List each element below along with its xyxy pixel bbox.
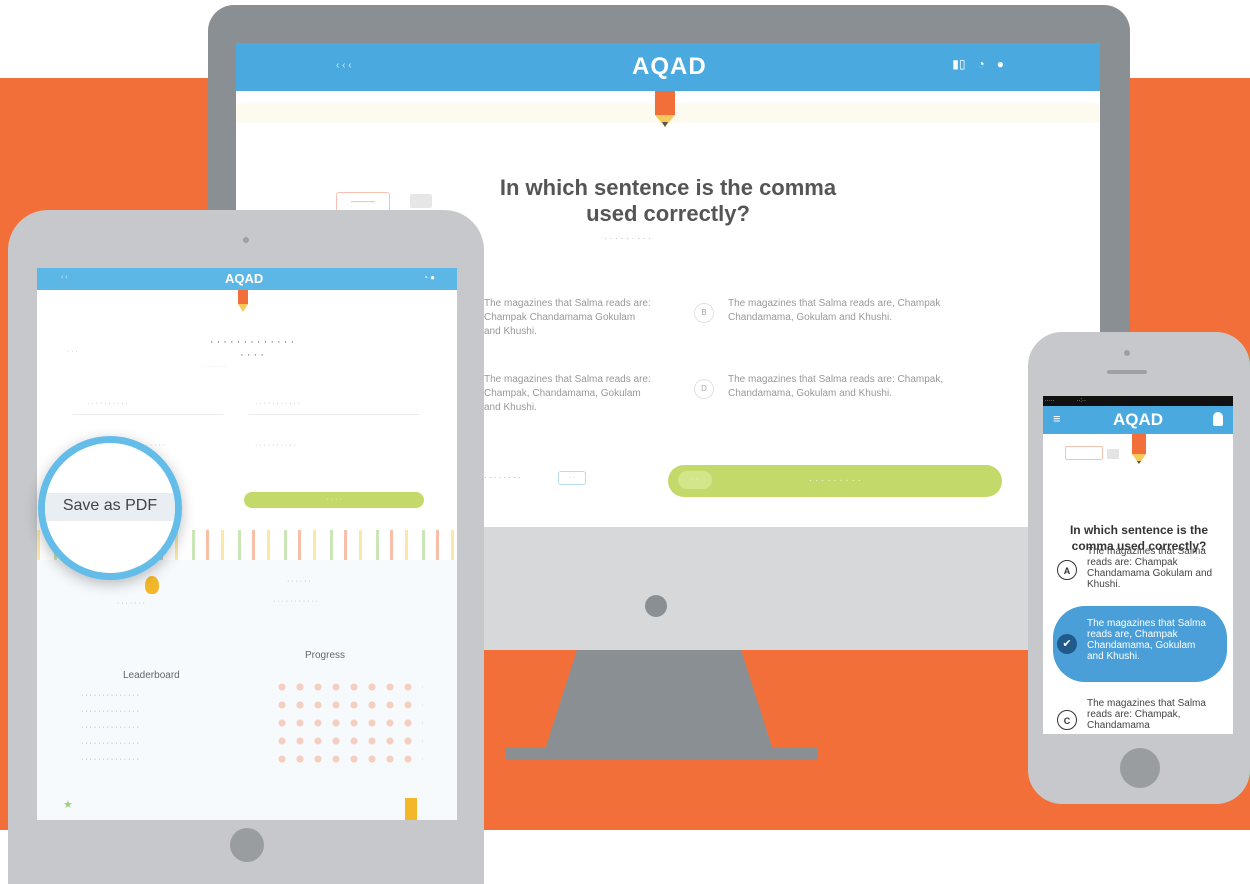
- option-c[interactable]: The magazines that Salma reads are: Cham…: [484, 373, 654, 415]
- wifi-icon: ◔: [977, 57, 985, 71]
- option-a[interactable]: The magazines that Salma reads are: Cham…: [484, 297, 654, 339]
- monitor-power-button: [645, 595, 667, 617]
- trophy-icon: ★: [63, 799, 73, 811]
- tablet-header-icons[interactable]: ◔ ●: [423, 273, 435, 282]
- submit-label: · · · · · · · · ·: [808, 475, 862, 486]
- tablet-camera: [243, 237, 249, 243]
- save-pdf-magnifier[interactable]: Save as PDF: [38, 436, 182, 580]
- tablet-submit-button[interactable]: · · · ·: [244, 492, 424, 508]
- phone-option-b[interactable]: The magazines that Salma reads are, Cham…: [1087, 618, 1213, 662]
- leaderboard-row: · · · · · · · · · · · · · ·: [81, 692, 139, 699]
- tablet-tag: · · ·: [67, 348, 78, 355]
- tablet-logo: AQAD: [225, 271, 264, 286]
- monitor-stand: [545, 650, 773, 750]
- tablet-header: ‹ ‹ AQAD ◔ ●: [37, 268, 457, 290]
- option-b[interactable]: The magazines that Salma reads are, Cham…: [728, 297, 998, 325]
- phone-tag-icon: [1107, 449, 1119, 459]
- option-b-letter: B: [694, 303, 714, 323]
- footer-pencil-icon: [405, 798, 417, 820]
- tablet-home-button: [230, 828, 264, 862]
- question-meta: · · · · · · · · ·: [604, 233, 651, 243]
- leaderboard-heading: Leaderboard: [123, 670, 180, 681]
- user-icon[interactable]: ●: [997, 57, 1004, 71]
- tablet-question-meta: · · · · · ·: [205, 364, 226, 370]
- pencil-icon: [655, 91, 675, 127]
- app-logo: AQAD: [632, 53, 707, 80]
- leaderboard-row: · · · · · · · · · · · · · ·: [81, 740, 139, 747]
- phone-pencil-icon: [1132, 434, 1146, 464]
- score-icon[interactable]: ▮▯: [952, 57, 965, 71]
- question-title: In which sentence is the comma used corr…: [499, 175, 837, 226]
- summary-heading: · · · · · ·: [287, 578, 311, 585]
- phone-header: ≡ AQAD: [1043, 406, 1233, 434]
- tablet-back-link[interactable]: ‹ ‹: [61, 274, 68, 281]
- option-d-letter: D: [694, 379, 714, 399]
- phone-speaker: [1107, 370, 1147, 374]
- phone-camera: [1124, 350, 1130, 356]
- summary-text: · · · · · · · · · · ·: [273, 598, 319, 605]
- tablet-option-b-line: [249, 414, 419, 415]
- monitor-stand-base: [505, 748, 817, 760]
- phone-home-button: [1120, 748, 1160, 788]
- status-bar: ····· ··:··: [1043, 396, 1233, 406]
- option-c-letter[interactable]: C: [1057, 710, 1077, 730]
- back-link[interactable]: ‹ ‹ ‹: [336, 60, 352, 71]
- skip-link[interactable]: · · · · · · · ·: [484, 473, 521, 482]
- difficulty-tag: ———: [336, 192, 390, 212]
- submit-answer-button[interactable]: · · · · · · · · · · ·: [668, 465, 1002, 497]
- phone-option-a[interactable]: The magazines that Salma reads are: Cham…: [1087, 546, 1213, 590]
- tablet-option-b[interactable]: · · · · · · · · · · ·: [255, 400, 300, 407]
- tablet-option-a[interactable]: · · · · · · · · · ·: [87, 400, 128, 407]
- checkmark-icon: ✔: [1057, 634, 1077, 654]
- leaderboard-row: · · · · · · · · · · · · · ·: [81, 724, 139, 731]
- leaderboard-row: · · · · · · · · · · · · · ·: [81, 756, 139, 763]
- desktop-header: ‹ ‹ ‹ AQAD ▮▯ ◔ ●: [236, 43, 1100, 91]
- progress-heading: Progress: [305, 650, 346, 661]
- tablet-option-a-line: [73, 414, 223, 415]
- tag-icon: [410, 194, 432, 208]
- save-as-pdf-label: Save as PDF: [62, 497, 158, 514]
- header-icons: ▮▯ ◔ ●: [952, 57, 1004, 71]
- option-d[interactable]: The magazines that Salma reads are: Cham…: [728, 373, 998, 401]
- medal-icon: [145, 576, 159, 594]
- tablet-option-d[interactable]: · · · · · · · · · ·: [255, 442, 296, 449]
- phone-screen: ····· ··:·· ≡ AQAD In which sentence is …: [1043, 396, 1233, 734]
- tablet-pencil-icon: [238, 290, 248, 312]
- progress-grid: [273, 678, 423, 764]
- tablet-question: · · · · · · · · · · · · · · · · ·: [209, 336, 295, 361]
- option-a-letter[interactable]: A: [1057, 560, 1077, 580]
- medal-caption: · · · · · · ·: [117, 600, 145, 607]
- phone-option-c[interactable]: The magazines that Salma reads are: Cham…: [1087, 698, 1213, 731]
- skip-badge: · ·: [558, 471, 586, 485]
- menu-icon[interactable]: ≡: [1053, 411, 1061, 426]
- user-icon[interactable]: [1213, 412, 1223, 426]
- leaderboard-row: · · · · · · · · · · · · · ·: [81, 708, 139, 715]
- phone-difficulty-tag: [1065, 446, 1103, 460]
- phone-logo: AQAD: [1113, 410, 1164, 429]
